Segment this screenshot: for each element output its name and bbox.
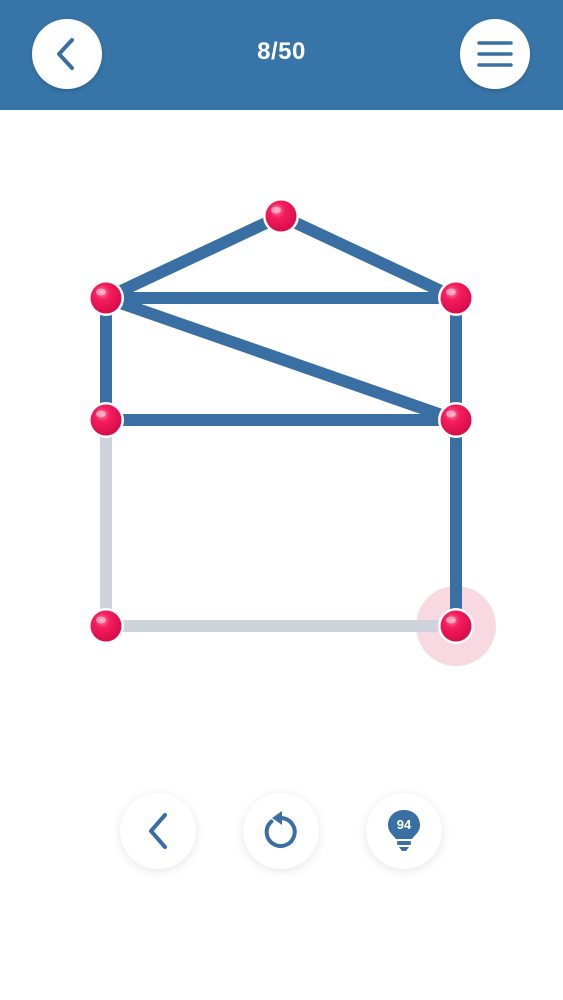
node-upper-left[interactable]: [88, 280, 124, 316]
drawn-edge-upper-left-middle-right: [104, 292, 458, 426]
node-middle-left[interactable]: [88, 402, 124, 438]
node-top[interactable]: [263, 198, 299, 234]
node-bottom-left[interactable]: [88, 608, 124, 644]
node-upper-right[interactable]: [438, 280, 474, 316]
drawn-edge-top-upper-right: [278, 210, 459, 304]
lightbulb-icon: 94: [388, 810, 420, 851]
restart-button[interactable]: [243, 793, 319, 869]
hint-count: 94: [397, 817, 412, 832]
drawn-edge-upper-left-top: [103, 210, 284, 304]
node-middle-right[interactable]: [438, 402, 474, 438]
hint-button[interactable]: 94: [366, 793, 442, 869]
restart-icon: [264, 811, 297, 848]
undo-button[interactable]: [120, 793, 196, 869]
puzzle-board[interactable]: [0, 0, 563, 760]
node-bottom-right[interactable]: [438, 608, 474, 644]
chevron-left-icon: [149, 813, 167, 849]
